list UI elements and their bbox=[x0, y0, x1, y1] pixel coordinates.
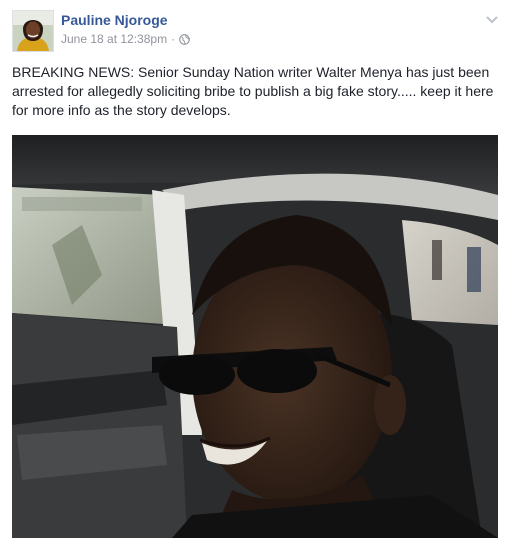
globe-icon[interactable] bbox=[179, 33, 190, 45]
post-meta: June 18 at 12:38pm · bbox=[61, 32, 190, 46]
avatar[interactable] bbox=[12, 10, 54, 52]
chevron-down-icon[interactable] bbox=[485, 12, 499, 24]
author-name-link[interactable]: Pauline Njoroge bbox=[61, 12, 168, 28]
meta-separator: · bbox=[171, 32, 176, 46]
post-text: BREAKING NEWS: Senior Sunday Nation writ… bbox=[12, 64, 494, 118]
facebook-post: Pauline Njoroge June 18 at 12:38pm · BRE… bbox=[0, 0, 509, 538]
post-photo[interactable] bbox=[12, 135, 498, 538]
post-timestamp[interactable]: June 18 at 12:38pm bbox=[61, 32, 167, 46]
